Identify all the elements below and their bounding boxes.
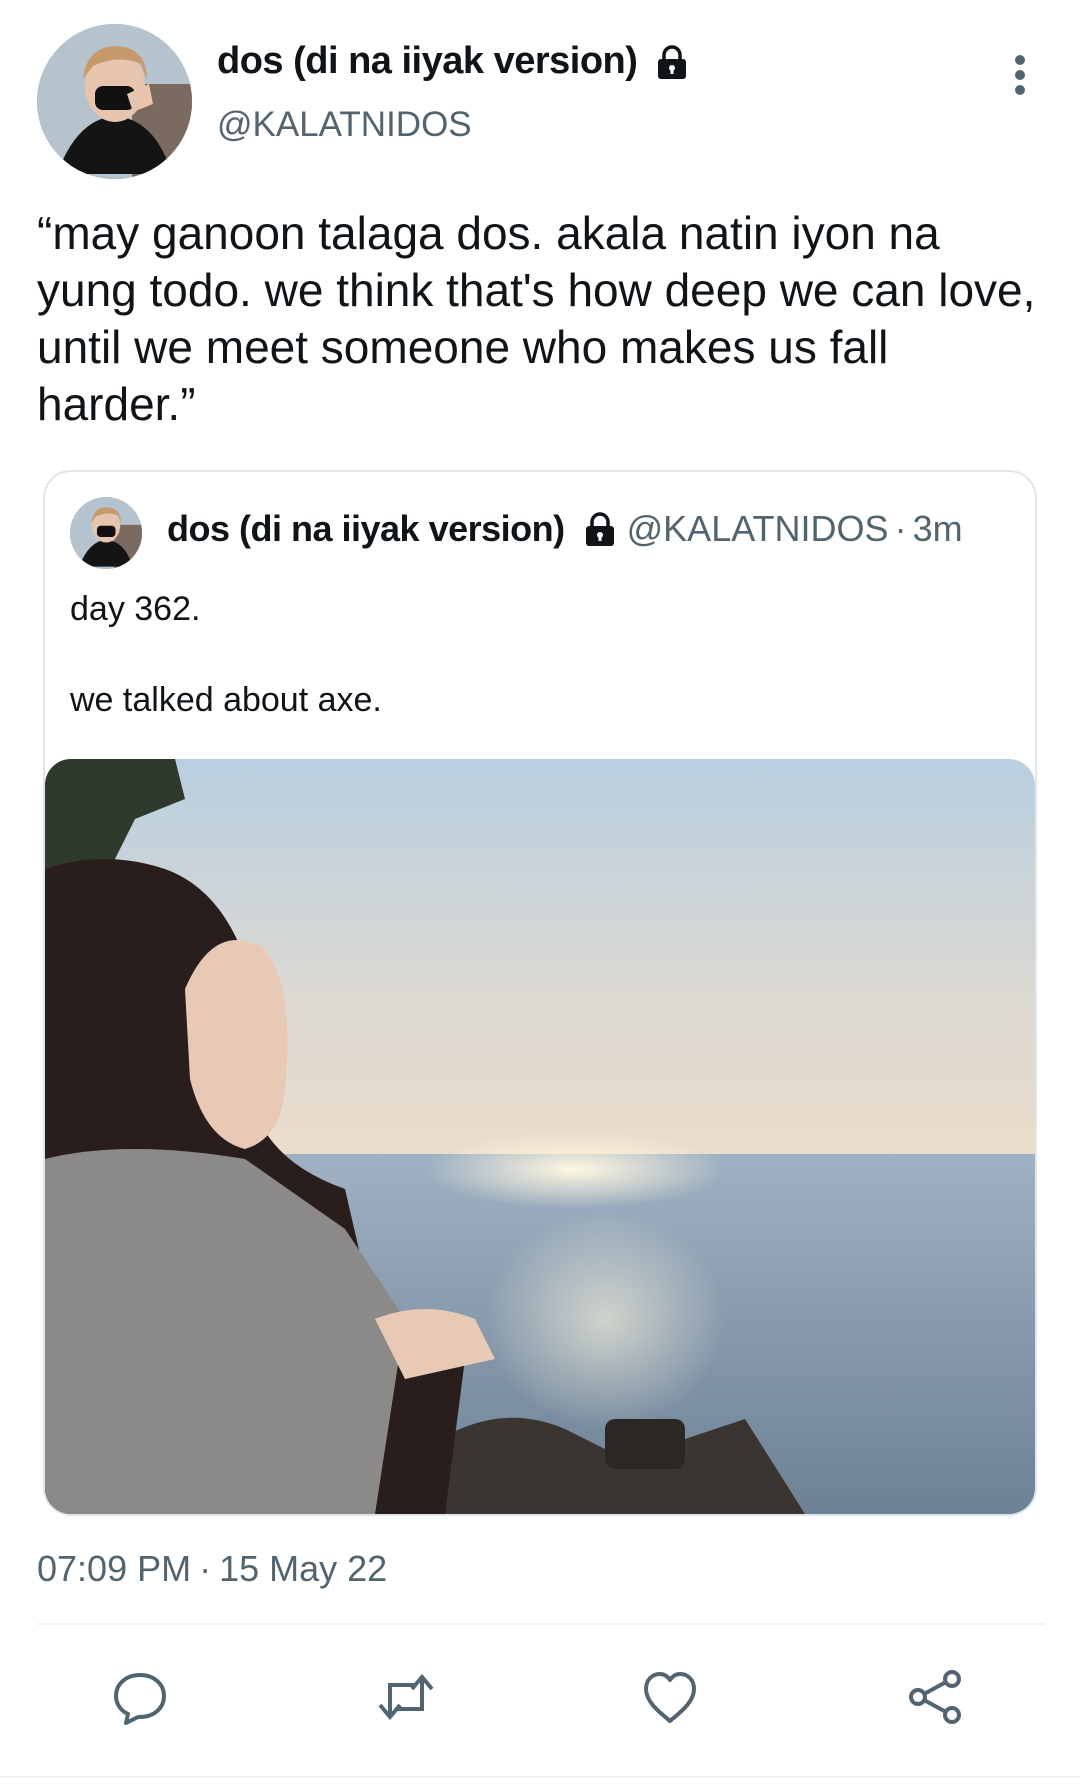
tweet-detail: dos (di na iiyak version) @KALATNIDOS “m… [0, 0, 1080, 1786]
quoted-text-line: we talked about axe. [70, 681, 382, 719]
quoted-tweet-card[interactable]: dos (di na iiyak version) @KALATNIDOS · … [43, 470, 1037, 1516]
lock-icon [655, 44, 689, 80]
quoted-author-avatar[interactable] [70, 497, 142, 569]
retweet-icon [378, 1673, 434, 1721]
quoted-author-name[interactable]: dos (di na iiyak version) [167, 508, 565, 550]
share-icon [909, 1670, 961, 1724]
quoted-tweet-header: dos (di na iiyak version) @KALATNIDOS · … [167, 508, 963, 550]
tweet-text: “may ganoon talaga dos. akala natin iyon… [37, 207, 1036, 430]
reply-icon [114, 1673, 166, 1725]
lock-icon [583, 511, 617, 547]
tweet-date: 15 May 22 [219, 1548, 388, 1589]
author-name-text: dos (di na iiyak version) [217, 40, 638, 82]
quoted-author-handle[interactable]: @KALATNIDOS [627, 508, 889, 550]
quoted-text-line: day 362. [70, 590, 201, 628]
separator-dot: · [199, 1548, 212, 1589]
retweet-button[interactable] [374, 1665, 438, 1729]
author-avatar[interactable] [37, 24, 192, 179]
quoted-tweet-photo[interactable] [45, 759, 1035, 1514]
share-button[interactable] [904, 1665, 968, 1729]
tweet-timestamp[interactable]: 07:09 PM · 15 May 22 [37, 1548, 387, 1590]
divider [37, 1623, 1045, 1625]
like-icon [644, 1672, 696, 1723]
more-options-icon[interactable] [1000, 50, 1040, 100]
separator-dot: · [894, 508, 907, 549]
quoted-timestamp: 3m [912, 508, 963, 549]
like-button[interactable] [638, 1665, 702, 1729]
divider [0, 1776, 1080, 1778]
author-handle[interactable]: @KALATNIDOS [217, 105, 472, 145]
author-display-name[interactable]: dos (di na iiyak version) [217, 40, 689, 83]
tweet-time: 07:09 PM [37, 1548, 192, 1589]
reply-button[interactable] [108, 1665, 172, 1729]
